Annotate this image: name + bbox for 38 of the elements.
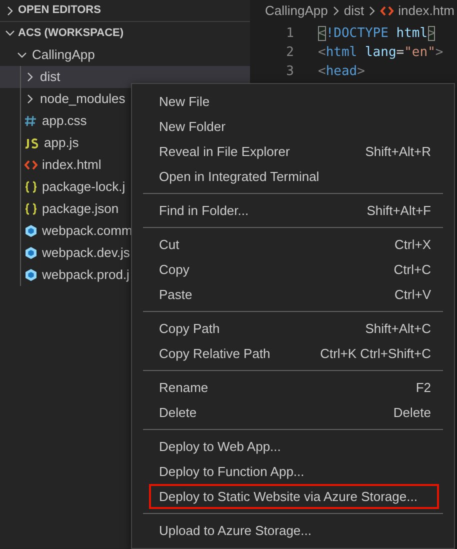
braces-icon: [24, 202, 38, 216]
menu-item[interactable]: New Folder: [149, 114, 439, 139]
menu-item[interactable]: Cut Ctrl+X: [149, 232, 439, 257]
menu-item[interactable]: Upload to Azure Storage...: [149, 518, 439, 543]
breadcrumb-item[interactable]: index.htm: [398, 1, 454, 21]
breadcrumb-item[interactable]: dist: [344, 1, 364, 21]
code-brackets-icon: [380, 4, 394, 18]
breadcrumb-item[interactable]: CallingApp: [265, 1, 328, 21]
line-number: 2: [285, 44, 294, 62]
code-line: <html lang="en">: [317, 44, 444, 62]
menu-item[interactable]: Open in Integrated Terminal: [149, 164, 439, 189]
menu-item[interactable]: Delete Delete: [149, 400, 439, 425]
menu-item[interactable]: Reveal in File Explorer Shift+Alt+R: [149, 139, 439, 164]
cube-icon: [24, 246, 38, 260]
js-icon: [24, 136, 40, 150]
menu-item[interactable]: New File: [149, 89, 439, 114]
cube-icon: [24, 224, 38, 238]
menu-item[interactable]: Deploy to Web App...: [149, 434, 439, 459]
menu-item[interactable]: Copy Path Shift+Alt+C: [149, 316, 439, 341]
menu-item[interactable]: Find in Folder... Shift+Alt+F: [149, 198, 439, 223]
code-line: <head>: [317, 62, 365, 81]
menu-item[interactable]: Copy Relative Path Ctrl+K Ctrl+Shift+C: [149, 341, 439, 366]
menu-item[interactable]: Rename F2: [149, 375, 439, 400]
menu-item[interactable]: Deploy to Static Website via Azure Storage...: [149, 484, 439, 509]
line-number: 1: [285, 24, 294, 43]
section-header[interactable]: OPEN EDITORS: [0, 0, 250, 22]
line-number: 3: [285, 62, 294, 81]
section-header[interactable]: ACS (WORKSPACE): [0, 22, 250, 44]
chevron-right-icon: [368, 5, 376, 17]
tree-item[interactable]: CallingApp: [0, 44, 250, 66]
cube-icon: [24, 268, 38, 282]
chevron-right-icon: [332, 5, 340, 17]
code-brackets-icon: [24, 158, 38, 172]
menu-item[interactable]: Deploy to Function App...: [149, 459, 439, 484]
menu-item[interactable]: Paste Ctrl+V: [149, 282, 439, 307]
hash-icon: [24, 114, 38, 128]
braces-icon: [24, 180, 38, 194]
menu-item[interactable]: Copy Ctrl+C: [149, 257, 439, 282]
